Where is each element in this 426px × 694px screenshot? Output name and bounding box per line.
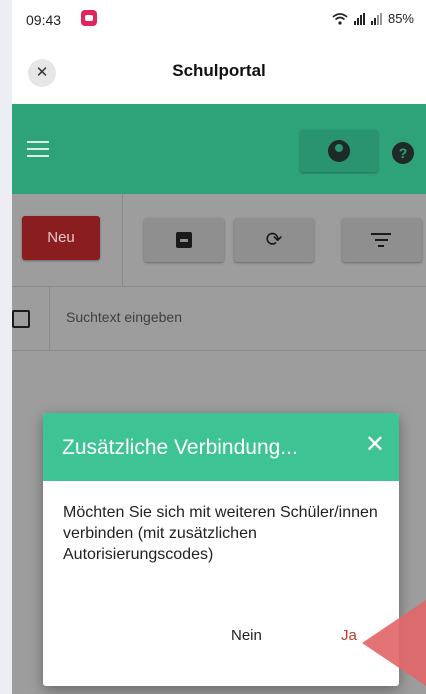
status-bar: 09:43 85% [12,0,426,40]
dialog-header: Zusätzliche Verbindung... ✕ [43,413,399,481]
divider-line-2 [12,350,426,351]
search-divider [49,287,50,351]
refresh-button[interactable]: ⟳ [234,218,314,262]
filter-button[interactable] [342,218,422,262]
battery-level: 85% [387,11,414,26]
browser-title-bar: ✕ Schulportal [12,42,426,104]
account-circle-icon [328,140,350,162]
help-circle-icon[interactable]: ? [392,142,414,164]
search-row: Suchtext eingeben [12,287,426,351]
yes-button[interactable]: Ja [341,627,357,644]
archive-icon [176,232,192,248]
phone-screen: 09:43 85% ✕ Schulportal ? Neu ⟳ Suchtext… [12,0,426,694]
new-button[interactable]: Neu [22,216,100,260]
no-button[interactable]: Nein [231,627,262,644]
account-button[interactable] [300,130,378,172]
status-right: 85% [332,11,414,26]
screen-record-icon [81,10,97,26]
wifi-icon [332,12,348,25]
archive-button[interactable] [144,218,224,262]
dialog-close-icon[interactable]: ✕ [365,433,385,457]
dialog-title: Zusätzliche Verbindung... [62,436,298,459]
filter-icon [371,233,391,251]
signal-icon [353,12,365,25]
select-all-checkbox[interactable] [12,310,30,328]
signal-icon-2 [370,12,382,25]
hamburger-menu-icon[interactable] [27,141,49,157]
app-bar: ? [12,104,426,194]
page-title: Schulportal [172,61,266,80]
connection-dialog: Zusätzliche Verbindung... ✕ Möchten Sie … [43,413,399,686]
refresh-icon: ⟳ [265,229,283,251]
toolbar-divider [122,194,123,286]
dialog-message: Möchten Sie sich mit weiteren Schüler/in… [63,504,378,563]
status-time: 09:43 [26,12,62,28]
search-input[interactable]: Suchtext eingeben [66,309,182,325]
